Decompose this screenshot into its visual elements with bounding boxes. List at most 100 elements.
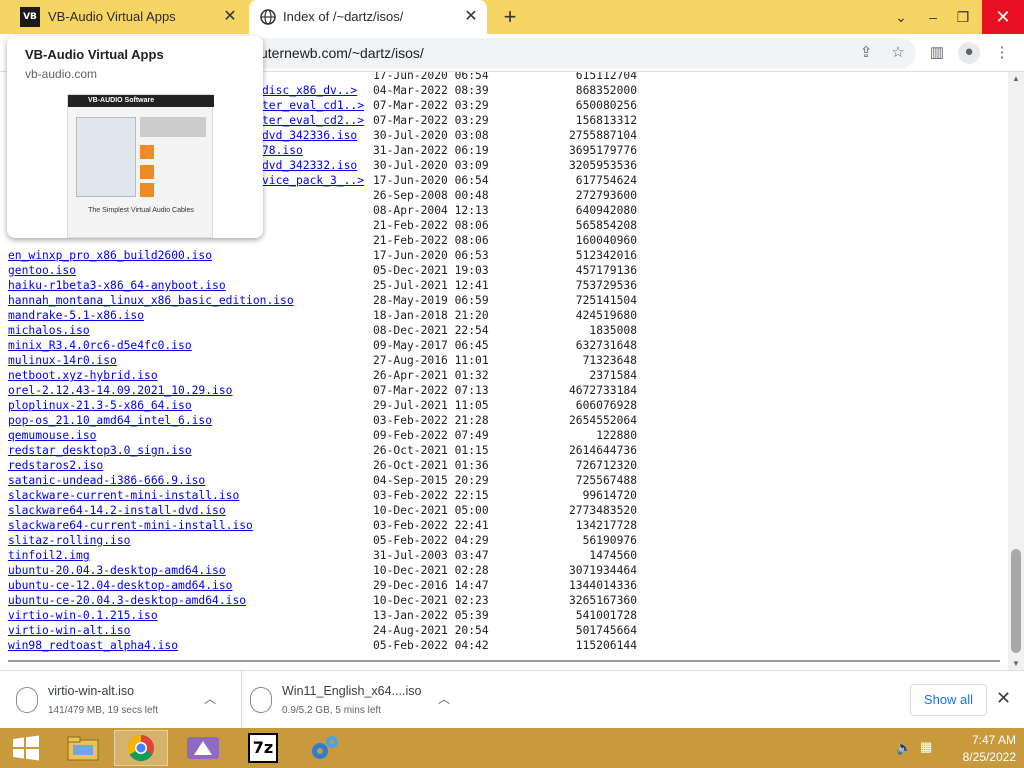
close-tab-icon[interactable]: ✕	[461, 7, 481, 27]
file-date: 26-Apr-2021 01:32	[373, 369, 489, 382]
chevron-up-icon[interactable]: ︿	[438, 690, 450, 707]
file-link[interactable]: slitaz-rolling.iso	[8, 533, 130, 548]
file-link[interactable]: tinfoil2.img	[8, 548, 90, 563]
tab-hover-card: VB-Audio Virtual Apps vb-audio.com VB-AU…	[7, 36, 263, 238]
chevron-up-icon[interactable]: ︿	[204, 690, 216, 707]
file-date: 25-Jul-2021 12:41	[373, 279, 489, 292]
file-date: 05-Feb-2022 04:29	[373, 534, 489, 547]
vb-audio-app-taskbar-icon[interactable]	[176, 730, 230, 766]
tab-title: VB-Audio Virtual Apps	[48, 9, 176, 24]
close-shelf-icon[interactable]: ✕	[996, 688, 1011, 709]
file-link[interactable]: dvd_342336.iso	[262, 128, 357, 143]
file-link[interactable]: 78.iso	[262, 143, 303, 158]
file-size: 457179136	[575, 264, 637, 277]
side-panel-icon[interactable]: ▥	[927, 43, 947, 63]
download-item[interactable]: Win11_English_x64....iso 0.9/5.2 GB, 5 m…	[241, 671, 469, 729]
file-link[interactable]: michalos.iso	[8, 323, 90, 338]
url-text[interactable]: uternewb.com/~dartz/isos/	[260, 45, 424, 61]
file-date: 24-Aug-2021 20:54	[373, 624, 489, 637]
minimize-button[interactable]: –	[916, 0, 950, 34]
file-date: 30-Jul-2020 03:09	[373, 159, 489, 172]
file-link[interactable]: redstar_desktop3.0_sign.iso	[8, 443, 192, 458]
listing-row: slitaz-rolling.iso 05-Feb-2022 04:29 56190…	[0, 533, 1000, 548]
clock-time[interactable]: 7:47 AM	[944, 733, 1016, 747]
file-link[interactable]: gentoo.iso	[8, 263, 76, 278]
volume-icon[interactable]: 🔈	[896, 740, 912, 756]
file-link[interactable]: en_winxp_pro_x86_build2600.iso	[8, 248, 212, 263]
file-date: 03-Feb-2022 21:28	[373, 414, 489, 427]
file-link[interactable]: virtio-win-0.1.215.iso	[8, 608, 158, 623]
file-link[interactable]: qemumouse.iso	[8, 428, 96, 443]
file-link[interactable]: ploplinux-21.3-5-x86_64.iso	[8, 398, 192, 413]
folder-icon	[67, 736, 99, 761]
taskbar: 7z 🔈 ▦ 7:47 AM 8/25/2022	[0, 728, 1024, 768]
file-link[interactable]: dvd_342332.iso	[262, 158, 357, 173]
close-tab-icon[interactable]: ✕	[220, 7, 240, 27]
file-link[interactable]: redstaros2.iso	[8, 458, 103, 473]
listing-row: slackware-current-mini-install.iso 03-Feb…	[0, 488, 1000, 503]
share-icon[interactable]: ⇪	[856, 43, 876, 63]
scroll-up-arrow-icon[interactable]: ▲	[1012, 74, 1020, 83]
windows-logo-icon	[13, 735, 39, 761]
new-tab-button[interactable]: +	[497, 4, 523, 30]
start-button[interactable]	[6, 730, 46, 766]
file-date: 10-Dec-2021 05:00	[373, 504, 489, 517]
file-link[interactable]: virtio-win-alt.iso	[8, 623, 130, 638]
file-link[interactable]: win98_redtoast_alpha4.iso	[8, 638, 178, 653]
download-shelf: virtio-win-alt.iso 141/479 MB, 19 secs l…	[0, 670, 1024, 729]
vertical-scrollbar[interactable]: ▲ ▼	[1008, 72, 1024, 670]
file-link[interactable]: slackware-current-mini-install.iso	[8, 488, 239, 503]
profile-avatar-icon[interactable]: ●	[958, 42, 980, 64]
file-link[interactable]: haiku-r1beta3-x86_64-anyboot.iso	[8, 278, 226, 293]
file-date: 26-Oct-2021 01:36	[373, 459, 489, 472]
show-all-button[interactable]: Show all	[910, 684, 987, 716]
window-close-button[interactable]: ✕	[982, 0, 1024, 34]
file-link[interactable]: slackware64-14.2-install-dvd.iso	[8, 503, 226, 518]
file-link[interactable]: ter_eval_cd2..>	[262, 113, 364, 128]
tab-index-isos[interactable]: Index of /~dartz/isos/ ✕	[249, 0, 487, 34]
file-link[interactable]: ubuntu-ce-20.04.3-desktop-amd64.iso	[8, 593, 246, 608]
7zip-taskbar-icon[interactable]: 7z	[236, 730, 290, 766]
file-link[interactable]: vice_pack_3_..>	[262, 173, 364, 188]
network-icon[interactable]: ▦	[920, 739, 932, 755]
file-date: 29-Jul-2021 11:05	[373, 399, 489, 412]
scroll-down-arrow-icon[interactable]: ▼	[1012, 659, 1020, 668]
listing-row: slackware64-14.2-install-dvd.iso 10-Dec-2…	[0, 503, 1000, 518]
bookmark-star-icon[interactable]: ☆	[888, 43, 908, 63]
horizontal-rule	[8, 660, 1000, 662]
listing-row: en_winxp_pro_x86_build2600.iso 17-Jun-202…	[0, 248, 1000, 263]
file-link[interactable]: pop-os_21.10_amd64_intel_6.iso	[8, 413, 212, 428]
file-size: 134217728	[575, 519, 637, 532]
chrome-taskbar-icon[interactable]	[114, 730, 168, 766]
tab-vb-audio[interactable]: VB VB-Audio Virtual Apps ✕	[8, 0, 246, 34]
file-date: 07-Mar-2022 03:29	[373, 114, 489, 127]
scroll-thumb[interactable]	[1011, 549, 1021, 653]
file-size: 640942080	[575, 204, 637, 217]
thumbnail-orange-block	[140, 165, 154, 179]
file-link[interactable]: hannah_montana_linux_x86_basic_edition.i…	[8, 293, 294, 308]
tab-search-chevron-icon[interactable]: ⌄	[884, 0, 918, 34]
file-link[interactable]: ter_eval_cd1..>	[262, 98, 364, 113]
settings-gears-taskbar-icon[interactable]	[298, 730, 352, 766]
file-link[interactable]: slackware64-current-mini-install.iso	[8, 518, 253, 533]
clock-date[interactable]: 8/25/2022	[944, 750, 1016, 764]
restore-button[interactable]: ❐	[946, 0, 980, 34]
listing-row: pop-os_21.10_amd64_intel_6.iso 03-Feb-202…	[0, 413, 1000, 428]
download-item[interactable]: virtio-win-alt.iso 141/479 MB, 19 secs l…	[8, 671, 236, 729]
file-link[interactable]: netboot.xyz-hybrid.iso	[8, 368, 158, 383]
file-link[interactable]: disc_x86_dv..>	[262, 83, 357, 98]
file-size: 3071934464	[568, 564, 637, 577]
file-link[interactable]: satanic-undead-i386-666.9.iso	[8, 473, 205, 488]
file-link[interactable]: mandrake-5.1-x86.iso	[8, 308, 144, 323]
tab-title: Index of /~dartz/isos/	[283, 9, 404, 24]
file-explorer-taskbar-icon[interactable]	[56, 730, 110, 766]
menu-kebab-icon[interactable]: ⋮	[992, 43, 1012, 63]
file-link[interactable]: ubuntu-20.04.3-desktop-amd64.iso	[8, 563, 226, 578]
file-link[interactable]: ubuntu-ce-12.04-desktop-amd64.iso	[8, 578, 232, 593]
file-date: 17-Jun-2020 06:54	[373, 72, 489, 82]
address-bar[interactable]: uternewb.com/~dartz/isos/	[240, 38, 916, 68]
file-link[interactable]: mulinux-14r0.iso	[8, 353, 117, 368]
file-size: 565854208	[575, 219, 637, 232]
file-link[interactable]: minix_R3.4.0rc6-d5e4fc0.iso	[8, 338, 192, 353]
file-link[interactable]: orel-2.12.43-14.09.2021_10.29.iso	[8, 383, 232, 398]
